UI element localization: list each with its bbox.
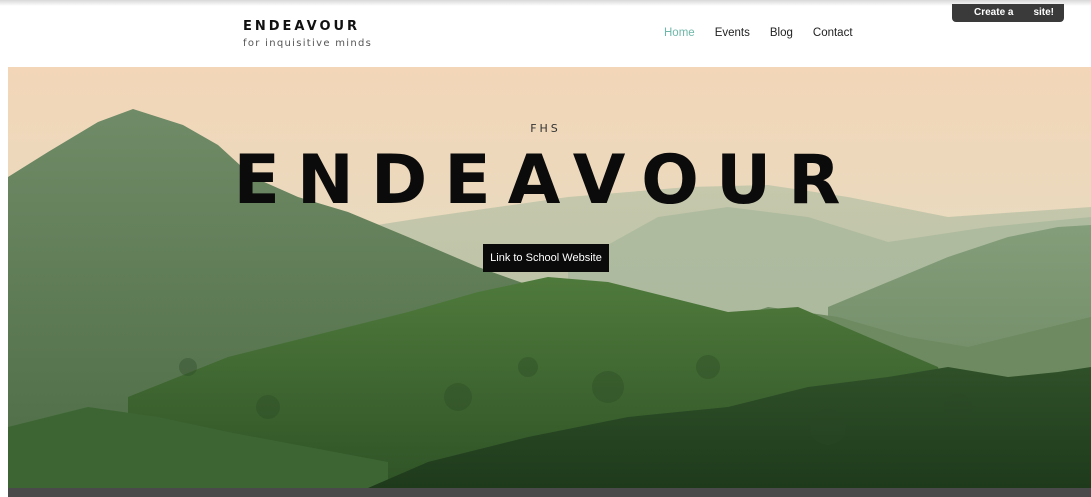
nav-item-contact[interactable]: Contact <box>813 26 853 40</box>
site-header: ENDEAVOUR for inquisitive minds Home Eve… <box>0 0 1091 67</box>
logo-tagline: for inquisitive minds <box>243 38 373 49</box>
hero-kicker: FHS <box>530 122 561 135</box>
page: ENDEAVOUR for inquisitive minds Home Eve… <box>0 0 1091 497</box>
school-website-button[interactable]: Link to School Website <box>483 244 609 272</box>
hero-title: ENDEAVOUR <box>233 141 858 220</box>
top-shadow <box>0 0 1091 6</box>
site-logo[interactable]: ENDEAVOUR for inquisitive minds <box>243 20 372 50</box>
nav-item-home[interactable]: Home <box>664 26 695 40</box>
main-nav: Home Events Blog Contact <box>664 26 873 40</box>
logo-title: ENDEAVOUR <box>243 19 361 34</box>
create-banner-right-text: site! <box>1033 7 1054 18</box>
create-site-banner[interactable]: Create a site! <box>952 4 1064 22</box>
nav-item-events[interactable]: Events <box>715 26 750 40</box>
bottom-bar <box>8 488 1091 497</box>
nav-item-blog[interactable]: Blog <box>770 26 793 40</box>
create-banner-left-text: Create a <box>974 7 1014 18</box>
